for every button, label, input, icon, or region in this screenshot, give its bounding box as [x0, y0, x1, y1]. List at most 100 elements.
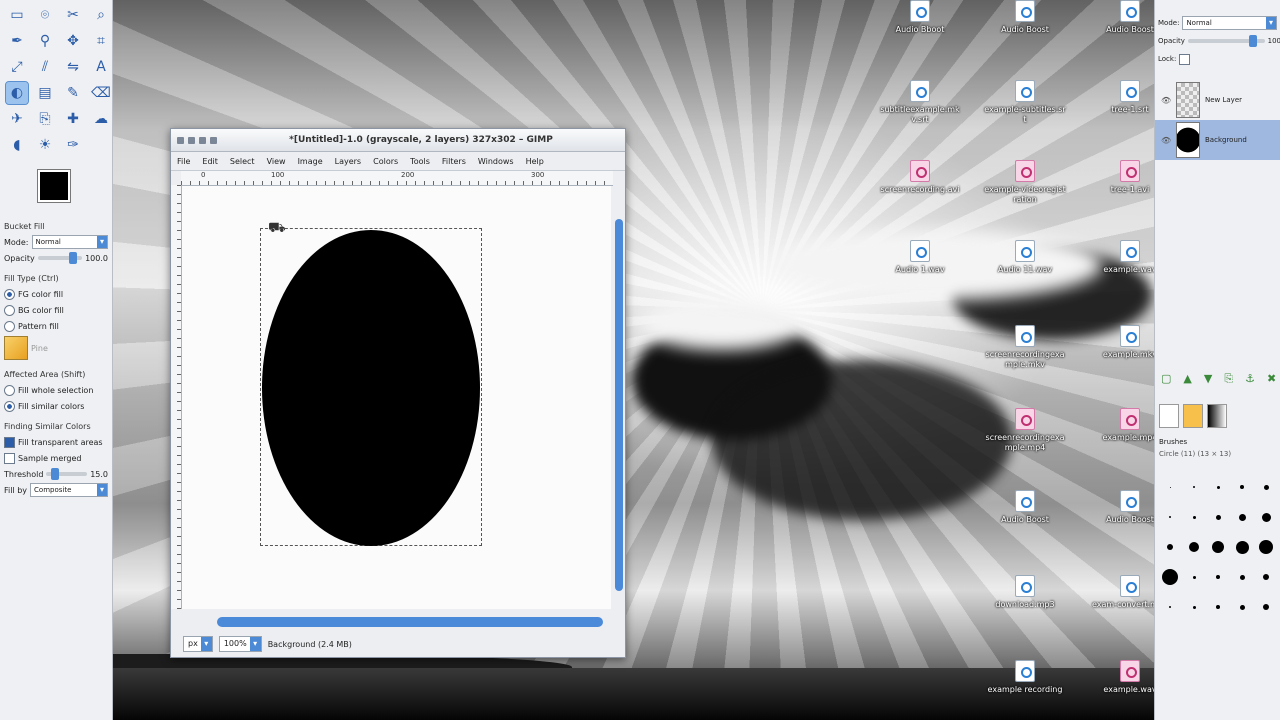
flip-icon[interactable]: ⇋	[62, 56, 84, 78]
threshold-slider[interactable]	[46, 468, 88, 480]
menu-colors[interactable]: Colors	[373, 157, 398, 166]
smudge-icon[interactable]: ☁	[90, 108, 112, 130]
minimize-icon[interactable]	[188, 136, 195, 144]
layer-name[interactable]: Background	[1205, 136, 1247, 144]
rect-select-icon[interactable]: ▭	[6, 4, 28, 26]
brush-preset[interactable]	[1231, 536, 1253, 558]
brush-preset[interactable]	[1183, 566, 1205, 588]
desktop-file-icon[interactable]: download.mp3	[983, 575, 1067, 610]
brush-preset[interactable]	[1159, 566, 1181, 588]
duplicate-layer-icon[interactable]: ⎘	[1224, 372, 1233, 394]
desktop-file-icon[interactable]: Audio Boost	[983, 0, 1067, 35]
brush-preset[interactable]	[1183, 596, 1205, 618]
tab-gradients[interactable]	[1207, 404, 1227, 428]
menu-help[interactable]: Help	[526, 157, 544, 166]
layer-name[interactable]: New Layer	[1205, 96, 1242, 104]
brush-preset[interactable]	[1159, 536, 1181, 558]
brush-preset[interactable]	[1207, 476, 1229, 498]
menu-layers[interactable]: Layers	[335, 157, 361, 166]
menu-file[interactable]: File	[177, 157, 190, 166]
brush-preset[interactable]	[1231, 476, 1253, 498]
brush-preset[interactable]	[1255, 476, 1277, 498]
crop-icon[interactable]: ⌗	[90, 30, 112, 52]
desktop-file-icon[interactable]: Audio Bboot	[878, 0, 962, 35]
zoom-select[interactable]: 100%	[218, 636, 262, 652]
new-layer-icon[interactable]: ▢	[1161, 372, 1171, 394]
layers-opacity-slider[interactable]	[1187, 35, 1265, 47]
brush-preset[interactable]	[1207, 506, 1229, 528]
blend-icon[interactable]: ▤	[34, 82, 56, 104]
anchor-layer-icon[interactable]: ⚓	[1245, 372, 1255, 394]
layers-opacity-value[interactable]: 100	[1268, 37, 1280, 45]
brush-preset[interactable]	[1159, 596, 1181, 618]
brush-preset[interactable]	[1207, 566, 1229, 588]
horizontal-scrollbar[interactable]	[217, 617, 603, 627]
opacity-value[interactable]: 100.0	[85, 254, 108, 263]
fg-fill-radio[interactable]	[4, 288, 15, 300]
desktop-file-icon[interactable]: example-videoregistration	[983, 160, 1067, 205]
bg-fill-radio[interactable]	[4, 304, 15, 316]
brush-preset[interactable]	[1231, 596, 1253, 618]
ink-icon[interactable]: ✑	[62, 134, 84, 156]
ellipse-select-icon[interactable]: ⌾	[34, 4, 56, 26]
brush-preset[interactable]	[1159, 476, 1181, 498]
close-icon[interactable]	[210, 136, 217, 144]
vertical-scrollbar[interactable]	[615, 219, 623, 591]
layer-row[interactable]: 👁 Background	[1155, 120, 1280, 160]
window-menu-icon[interactable]	[177, 136, 184, 144]
brush-preset[interactable]	[1231, 566, 1253, 588]
shear-icon[interactable]: ⫽	[34, 56, 56, 78]
brush-preset[interactable]	[1183, 506, 1205, 528]
desktop-file-icon[interactable]: Audio 1.wav	[878, 240, 962, 275]
paths-icon[interactable]: ✒	[6, 30, 28, 52]
brush-preset[interactable]	[1231, 506, 1253, 528]
tab-brushes[interactable]	[1159, 404, 1179, 428]
opacity-slider[interactable]	[37, 252, 83, 264]
move-icon[interactable]: ✥	[62, 30, 84, 52]
layers-mode-select[interactable]: Normal	[1182, 16, 1277, 30]
desktop-file-icon[interactable]: screenrecordingexample.mkv	[983, 325, 1067, 370]
free-select-icon[interactable]: ✂	[62, 4, 84, 26]
desktop-file-icon[interactable]: Audio 11.wav	[983, 240, 1067, 275]
lower-layer-icon[interactable]: ▼	[1204, 372, 1212, 394]
menu-windows[interactable]: Windows	[478, 157, 514, 166]
pattern-swatch[interactable]	[4, 336, 28, 360]
image-canvas[interactable]: ⛟	[182, 186, 611, 609]
horizontal-ruler[interactable]: 0 100 200 300	[181, 171, 613, 186]
visibility-eye-icon[interactable]: 👁	[1161, 96, 1171, 105]
brush-preset[interactable]	[1159, 506, 1181, 528]
fill-selection-radio[interactable]	[4, 384, 15, 396]
desktop-file-icon[interactable]: subtitleexample.mkv.srt	[878, 80, 962, 125]
delete-layer-icon[interactable]: ✖	[1267, 372, 1276, 394]
unit-select[interactable]: px	[183, 636, 213, 652]
pattern-fill-radio[interactable]	[4, 320, 15, 332]
tab-patterns[interactable]	[1183, 404, 1203, 428]
threshold-value[interactable]: 15.0	[90, 470, 108, 479]
brush-preset[interactable]	[1255, 536, 1277, 558]
brush-preset[interactable]	[1183, 476, 1205, 498]
scale-icon[interactable]: ⤢	[6, 56, 28, 78]
dodge-icon[interactable]: ◖	[6, 134, 28, 156]
desktop-file-icon[interactable]: example-subtitles.srt	[983, 80, 1067, 125]
menu-filters[interactable]: Filters	[442, 157, 466, 166]
layer-row[interactable]: 👁 New Layer	[1155, 80, 1280, 120]
mode-select[interactable]: Normal	[31, 235, 108, 249]
desktop-file-icon[interactable]: example recording	[983, 660, 1067, 695]
foreground-color-swatch[interactable]	[37, 169, 71, 203]
title-bar[interactable]: *[Untitled]-1.0 (grayscale, 2 layers) 32…	[171, 129, 625, 152]
fill-by-select[interactable]: Composite	[30, 483, 108, 497]
zoom-icon[interactable]: ⌕	[90, 4, 112, 26]
desktop-file-icon[interactable]: screenrecording.avi	[878, 160, 962, 195]
visibility-eye-icon[interactable]: 👁	[1161, 136, 1171, 145]
bucket-fill-icon[interactable]: ◐	[5, 81, 29, 105]
fill-similar-radio[interactable]	[4, 400, 15, 412]
pencil-icon[interactable]: ✎	[62, 82, 84, 104]
color-picker-icon[interactable]: ⚲	[34, 30, 56, 52]
eraser-icon[interactable]: ⌫	[90, 82, 112, 104]
brush-preset[interactable]	[1207, 596, 1229, 618]
brush-preset[interactable]	[1255, 506, 1277, 528]
heal-icon[interactable]: ✚	[62, 108, 84, 130]
menu-view[interactable]: View	[267, 157, 286, 166]
lock-alpha-check[interactable]	[1179, 53, 1191, 65]
sample-merged-check[interactable]	[4, 452, 15, 464]
